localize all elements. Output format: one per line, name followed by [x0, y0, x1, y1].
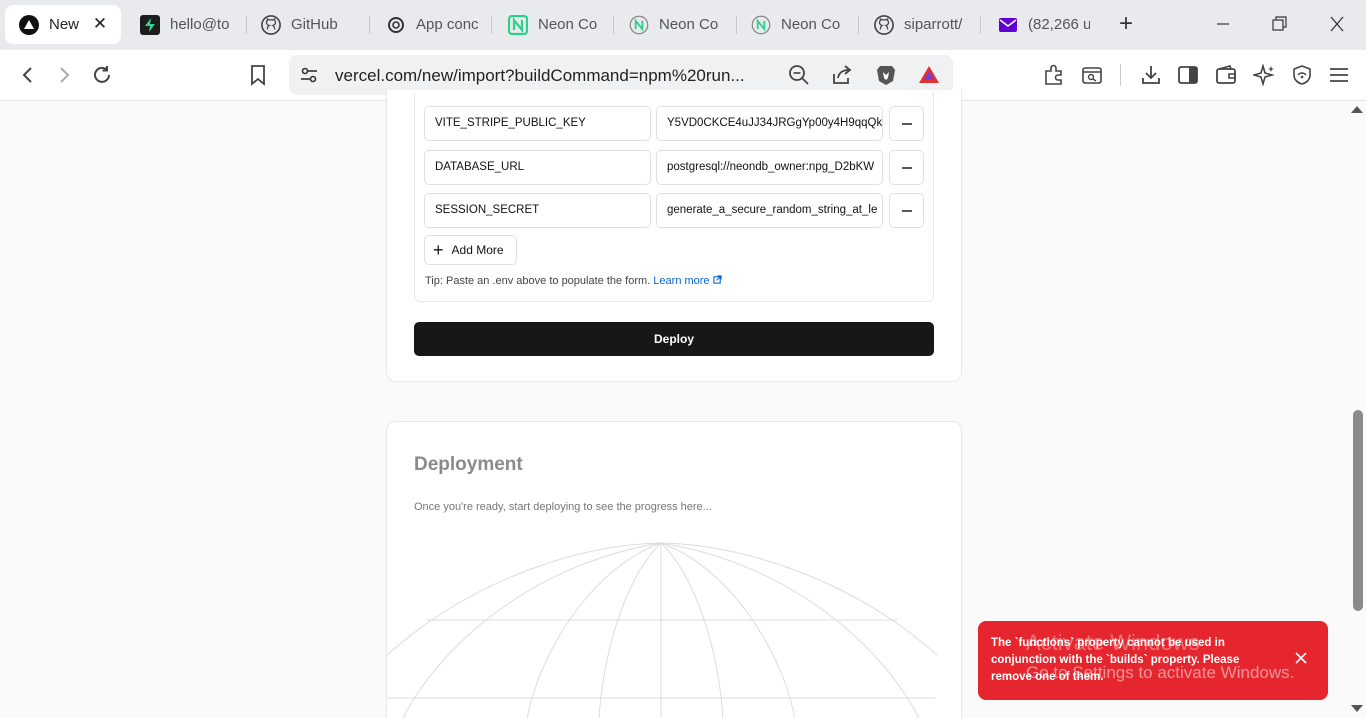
tab-title: App conc [416, 16, 478, 33]
tab-github[interactable]: GitHub [261, 5, 361, 44]
env-tip: Tip: Paste an .env above to populate the… [425, 275, 722, 287]
tab-github-siparrott[interactable]: siparrott/ [874, 5, 968, 44]
plus-icon: + [433, 240, 444, 260]
env-value-input[interactable]: Y5VD0CKCE4uJJ34JRGgYp00y4H9qqQk [656, 106, 883, 141]
learn-more-label: Learn more [653, 275, 710, 287]
minus-icon [901, 122, 912, 125]
tab-title: New [49, 16, 80, 33]
extensions-icon[interactable] [1042, 63, 1066, 87]
remove-env-var-button[interactable] [889, 106, 924, 141]
neon-icon [508, 14, 528, 35]
tab-title: Neon Co [781, 16, 841, 33]
back-button[interactable] [16, 63, 40, 87]
bookmark-icon[interactable] [246, 63, 270, 87]
env-var-row: VITE_STRIPE_PUBLIC_KEY Y5VD0CKCE4uJJ34JR… [424, 106, 924, 141]
close-window-button[interactable] [1325, 12, 1349, 36]
deployment-title: Deployment [414, 454, 523, 475]
tab-title: (82,266 u [1028, 16, 1090, 33]
forward-button[interactable] [52, 63, 76, 87]
tab-neon-3[interactable]: Neon Co [751, 5, 845, 44]
mail-icon [998, 15, 1018, 35]
zoom-icon[interactable] [787, 63, 811, 87]
env-key-input[interactable]: DATABASE_URL [424, 150, 651, 185]
menu-icon[interactable] [1327, 63, 1351, 87]
leo-ai-icon[interactable] [1252, 63, 1276, 87]
reader-mode-icon[interactable] [1080, 63, 1104, 87]
openai-icon [386, 15, 406, 35]
neon-icon [629, 15, 649, 35]
tab-separator [736, 16, 737, 34]
tab-supabase[interactable]: hello@to [140, 5, 232, 44]
downloads-icon[interactable] [1139, 63, 1163, 87]
sidebar-icon[interactable] [1176, 63, 1200, 87]
tab-separator [613, 16, 614, 34]
address-bar[interactable]: vercel.com/new/import?buildCommand=npm%2… [289, 55, 953, 95]
env-key-input[interactable]: VITE_STRIPE_PUBLIC_KEY [424, 106, 651, 141]
tab-neon-2[interactable]: Neon Co [629, 5, 723, 44]
minus-icon [901, 209, 912, 212]
scroll-down-arrow[interactable] [1351, 705, 1363, 712]
vercel-icon [19, 14, 39, 35]
tab-separator [369, 16, 370, 34]
reload-button[interactable] [90, 63, 114, 87]
tab-separator [858, 16, 859, 34]
tab-title: hello@to [170, 16, 230, 33]
tab-title: siparrott/ [904, 16, 963, 33]
brave-rewards-icon[interactable] [917, 63, 941, 87]
tab-title: GitHub [291, 16, 338, 33]
new-tab-button[interactable]: + [1114, 12, 1138, 37]
share-icon[interactable] [830, 63, 854, 87]
minus-icon [901, 166, 912, 169]
restore-button[interactable] [1267, 12, 1291, 36]
tab-app-conc[interactable]: App conc [386, 5, 478, 44]
scrollbar-thumb[interactable] [1353, 410, 1363, 611]
tab-separator [491, 16, 492, 34]
env-var-row: DATABASE_URL postgresql://neondb_owner:n… [424, 150, 924, 185]
add-more-label: Add More [451, 243, 504, 257]
remove-env-var-button[interactable] [889, 150, 924, 185]
site-settings-icon[interactable] [297, 63, 321, 87]
tab-neon-1[interactable]: Neon Co [508, 5, 600, 44]
brave-shields-icon[interactable] [874, 63, 898, 87]
globe-illustration [387, 542, 938, 718]
vpn-icon[interactable] [1290, 63, 1314, 87]
neon-icon [751, 15, 771, 35]
close-icon[interactable] [1294, 651, 1310, 667]
tab-separator [980, 16, 981, 34]
external-link-icon [712, 275, 722, 284]
minimize-button[interactable] [1211, 12, 1235, 36]
env-var-row: SESSION_SECRET generate_a_secure_random_… [424, 193, 924, 228]
tab-title: Neon Co [659, 16, 719, 33]
tip-text: Tip: Paste an .env above to populate the… [425, 275, 651, 287]
tab-title: Neon Co [538, 16, 598, 33]
tab-mail[interactable]: (82,266 u [998, 5, 1090, 44]
toolbar-separator [1120, 64, 1121, 86]
add-more-button[interactable]: + Add More [424, 235, 517, 265]
tab-vercel-new[interactable]: New ✕ [5, 5, 121, 44]
deploy-button[interactable]: Deploy [414, 322, 934, 356]
github-icon [874, 14, 894, 35]
remove-env-var-button[interactable] [889, 193, 924, 228]
deployment-subtitle: Once you're ready, start deploying to se… [414, 501, 712, 513]
github-icon [261, 14, 281, 35]
activate-windows-watermark: Activate Windows [1026, 630, 1200, 655]
activate-windows-hint: Go to Settings to activate Windows. [1026, 663, 1295, 682]
learn-more-link[interactable]: Learn more [653, 275, 722, 287]
env-value-input[interactable]: postgresql://neondb_owner:npg_D2bKW [656, 150, 883, 185]
wallet-icon[interactable] [1214, 63, 1238, 87]
tab-separator [246, 16, 247, 34]
env-value-input[interactable]: generate_a_secure_random_string_at_le [656, 193, 883, 228]
env-key-input[interactable]: SESSION_SECRET [424, 193, 651, 228]
supabase-icon [140, 14, 160, 35]
url-text[interactable]: vercel.com/new/import?buildCommand=npm%2… [335, 66, 773, 86]
scroll-up-arrow[interactable] [1351, 106, 1363, 113]
close-tab-icon[interactable]: ✕ [91, 15, 109, 33]
tab-strip: New ✕ hello@to GitHub App conc Neon Co N… [0, 0, 1366, 50]
